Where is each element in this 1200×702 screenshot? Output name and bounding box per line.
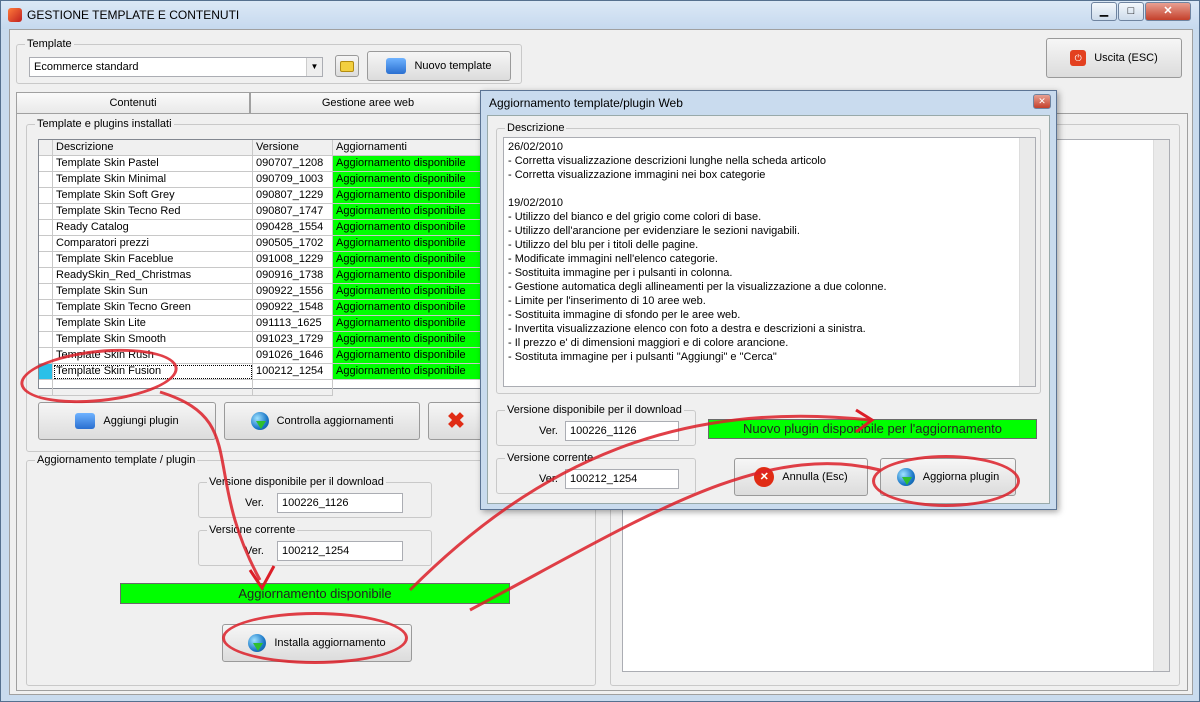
arrowhead — [855, 408, 875, 434]
arrow-path-1 — [159, 390, 262, 581]
arrow-path-3 — [469, 462, 881, 612]
arrow-path-2 — [408, 414, 871, 592]
annotation-arrows — [159, 390, 881, 612]
